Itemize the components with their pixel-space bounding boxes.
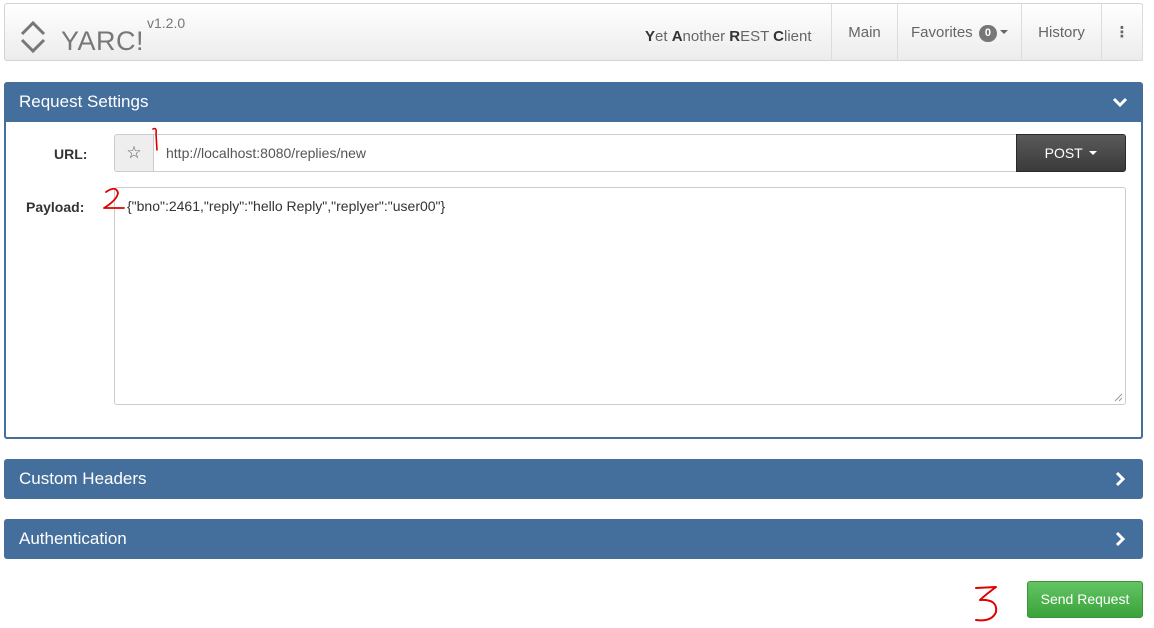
resize-grip-icon[interactable] [1114,393,1123,402]
app-tagline: Yet Another REST Client [645,28,812,45]
annotation-mark-3 [975,586,998,622]
authentication-header[interactable]: Authentication [4,519,1143,559]
chevron-right-icon [1115,531,1126,547]
favorite-star-button[interactable]: ☆ [114,134,153,172]
star-icon: ☆ [126,143,142,162]
payload-text: {"bno":2461,"reply":"hello Reply","reply… [127,198,446,214]
payload-label: Payload: [26,199,85,215]
http-method-dropdown[interactable]: POST [1016,134,1126,172]
chevron-down-icon [1112,97,1128,108]
panel-title: Request Settings [19,92,149,111]
app-version: v1.2.0 [147,15,186,31]
yarc-logo-icon [20,20,46,54]
nav-main[interactable]: Main [831,4,897,61]
kebab-menu-icon: ⋮ [1114,24,1130,41]
nav-more-menu[interactable]: ⋮ [1101,4,1143,61]
panel-title: Custom Headers [19,469,147,488]
request-settings-header[interactable]: Request Settings [4,82,1143,122]
annotation-mark-1 [152,127,158,151]
top-navbar: YARC! v1.2.0 Yet Another REST Client Mai… [4,3,1143,61]
panel-title: Authentication [19,529,127,548]
nav-history[interactable]: History [1021,4,1101,61]
app-name: YARC! [61,26,145,56]
send-request-button[interactable]: Send Request [1027,581,1143,618]
chevron-right-icon [1115,471,1126,487]
caret-down-icon [999,30,1008,34]
caret-down-icon [1089,151,1098,155]
nav-favorites-dropdown[interactable]: Favorites 0 [897,4,1021,61]
annotation-mark-2 [103,187,125,209]
url-input[interactable]: http://localhost:8080/replies/new [153,134,1017,172]
url-label: URL: [54,146,88,162]
request-settings-body: URL: ☆ http://localhost:8080/replies/new… [4,121,1143,439]
payload-textarea[interactable]: {"bno":2461,"reply":"hello Reply","reply… [114,187,1126,405]
custom-headers-header[interactable]: Custom Headers [4,459,1143,499]
favorites-count-badge: 0 [978,25,997,42]
